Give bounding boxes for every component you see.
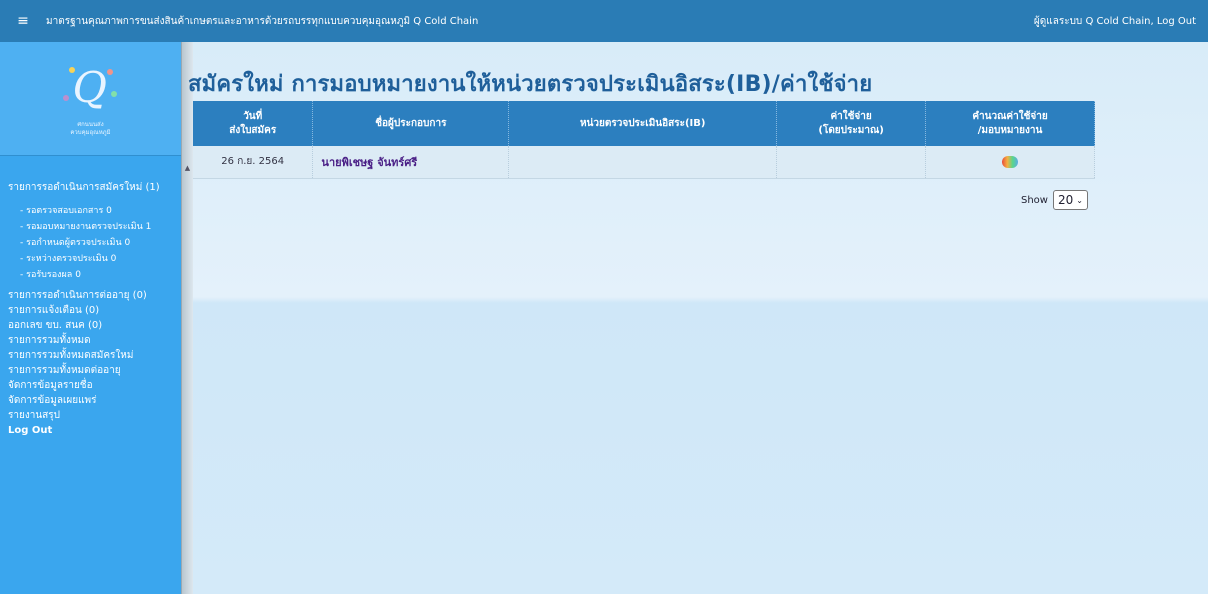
sidebar-item-new-applications[interactable]: รายการรอดำเนินการสมัครใหม่ (1) xyxy=(8,180,181,195)
scroll-up-icon[interactable]: ▲ xyxy=(182,164,193,172)
show-label: Show xyxy=(1021,194,1048,206)
page-size-select[interactable]: 20 ⌄ xyxy=(1052,190,1088,210)
sidebar-subitem[interactable]: - รอมอบหมายงานตรวจประเมิน 1 xyxy=(8,219,181,235)
sidebar-item-notifications[interactable]: รายการแจ้งเตือน (0) xyxy=(8,303,181,318)
sidebar-item-logout[interactable]: Log Out xyxy=(8,423,181,438)
column-header-date[interactable]: วันที่ ส่งใบสมัคร xyxy=(193,101,314,146)
sidebar: Q ศกนนนส่ง ควบคุมอุณหภูมิ รายการรอดำเนิน… xyxy=(0,42,181,594)
cell-ib xyxy=(508,146,778,179)
sidebar-subitem[interactable]: - ระหว่างตรวจประเมิน 0 xyxy=(8,251,181,267)
column-header-cost[interactable]: ค่าใช้จ่าย (โดยประมาณ) xyxy=(776,101,927,146)
sidebar-scrollbar[interactable]: ▲ xyxy=(181,42,193,594)
sidebar-item-all[interactable]: รายการรวมทั้งหมด xyxy=(8,333,181,348)
sidebar-item-issue-number[interactable]: ออกเลข ขบ. สนค (0) xyxy=(8,318,181,333)
column-header-operator[interactable]: ชื่อผู้ประกอบการ xyxy=(312,101,510,146)
chevron-down-icon: ⌄ xyxy=(1076,195,1083,205)
calculator-icon[interactable] xyxy=(1002,156,1019,169)
page-title: สมัครใหม่ การมอบหมายงานให้หน่วยตรวจประเม… xyxy=(188,72,873,97)
user-logout-link[interactable]: ผู้ดูแลระบบ Q Cold Chain, Log Out xyxy=(1034,14,1198,29)
q-cold-chain-logo: Q xyxy=(61,61,121,117)
sidebar-item-all-new[interactable]: รายการรวมทั้งหมดสมัครใหม่ xyxy=(8,348,181,363)
sidebar-item-manage-publish[interactable]: จัดการข้อมูลเผยแพร่ xyxy=(8,393,181,408)
sidebar-subitem[interactable]: - รอตรวจสอบเอกสาร 0 xyxy=(8,203,181,219)
top-bar: ≡ มาตรฐานคุณภาพการขนส่งสินค้าเกษตรและอาห… xyxy=(0,0,1208,42)
hamburger-icon[interactable]: ≡ xyxy=(10,13,36,29)
page-size-control: Show 20 ⌄ xyxy=(1021,190,1088,210)
sidebar-subitem[interactable]: - รอกำหนดผู้ตรวจประเมิน 0 xyxy=(8,235,181,251)
logo-caption: ศกนนนส่ง ควบคุมอุณหภูมิ xyxy=(70,120,111,136)
cell-date: 26 ก.ย. 2564 xyxy=(193,146,314,179)
table-row: 26 ก.ย. 2564 นายพิเชษฐ จันทร์ศรี xyxy=(193,146,1095,179)
sidebar-item-manage-names[interactable]: จัดการข้อมูลรายชื่อ xyxy=(8,378,181,393)
sidebar-nav: รายการรอดำเนินการสมัครใหม่ (1) - รอตรวจส… xyxy=(0,156,181,438)
sidebar-item-all-renew[interactable]: รายการรวมทั้งหมดต่ออายุ xyxy=(8,363,181,378)
sidebar-item-renewals[interactable]: รายการรอดำเนินการต่ออายุ (0) xyxy=(8,288,181,303)
cell-cost xyxy=(776,146,927,179)
assignment-table: วันที่ ส่งใบสมัคร ชื่อผู้ประกอบการ หน่วยต… xyxy=(193,101,1095,179)
sidebar-subitem[interactable]: - รอรับรองผล 0 xyxy=(8,267,181,283)
column-header-calculate[interactable]: คำนวณค่าใช้จ่าย/มอบหมายงาน xyxy=(925,101,1095,146)
sidebar-item-summary-report[interactable]: รายงานสรุป xyxy=(8,408,181,423)
cell-calculate xyxy=(925,146,1095,179)
sidebar-logo-area: Q ศกนนนส่ง ควบคุมอุณหภูมิ xyxy=(0,42,181,156)
column-header-ib[interactable]: หน่วยตรวจประเมินอิสระ(IB) xyxy=(508,101,778,146)
app-title: มาตรฐานคุณภาพการขนส่งสินค้าเกษตรและอาหาร… xyxy=(46,15,479,27)
cell-operator-name[interactable]: นายพิเชษฐ จันทร์ศรี xyxy=(312,146,510,179)
